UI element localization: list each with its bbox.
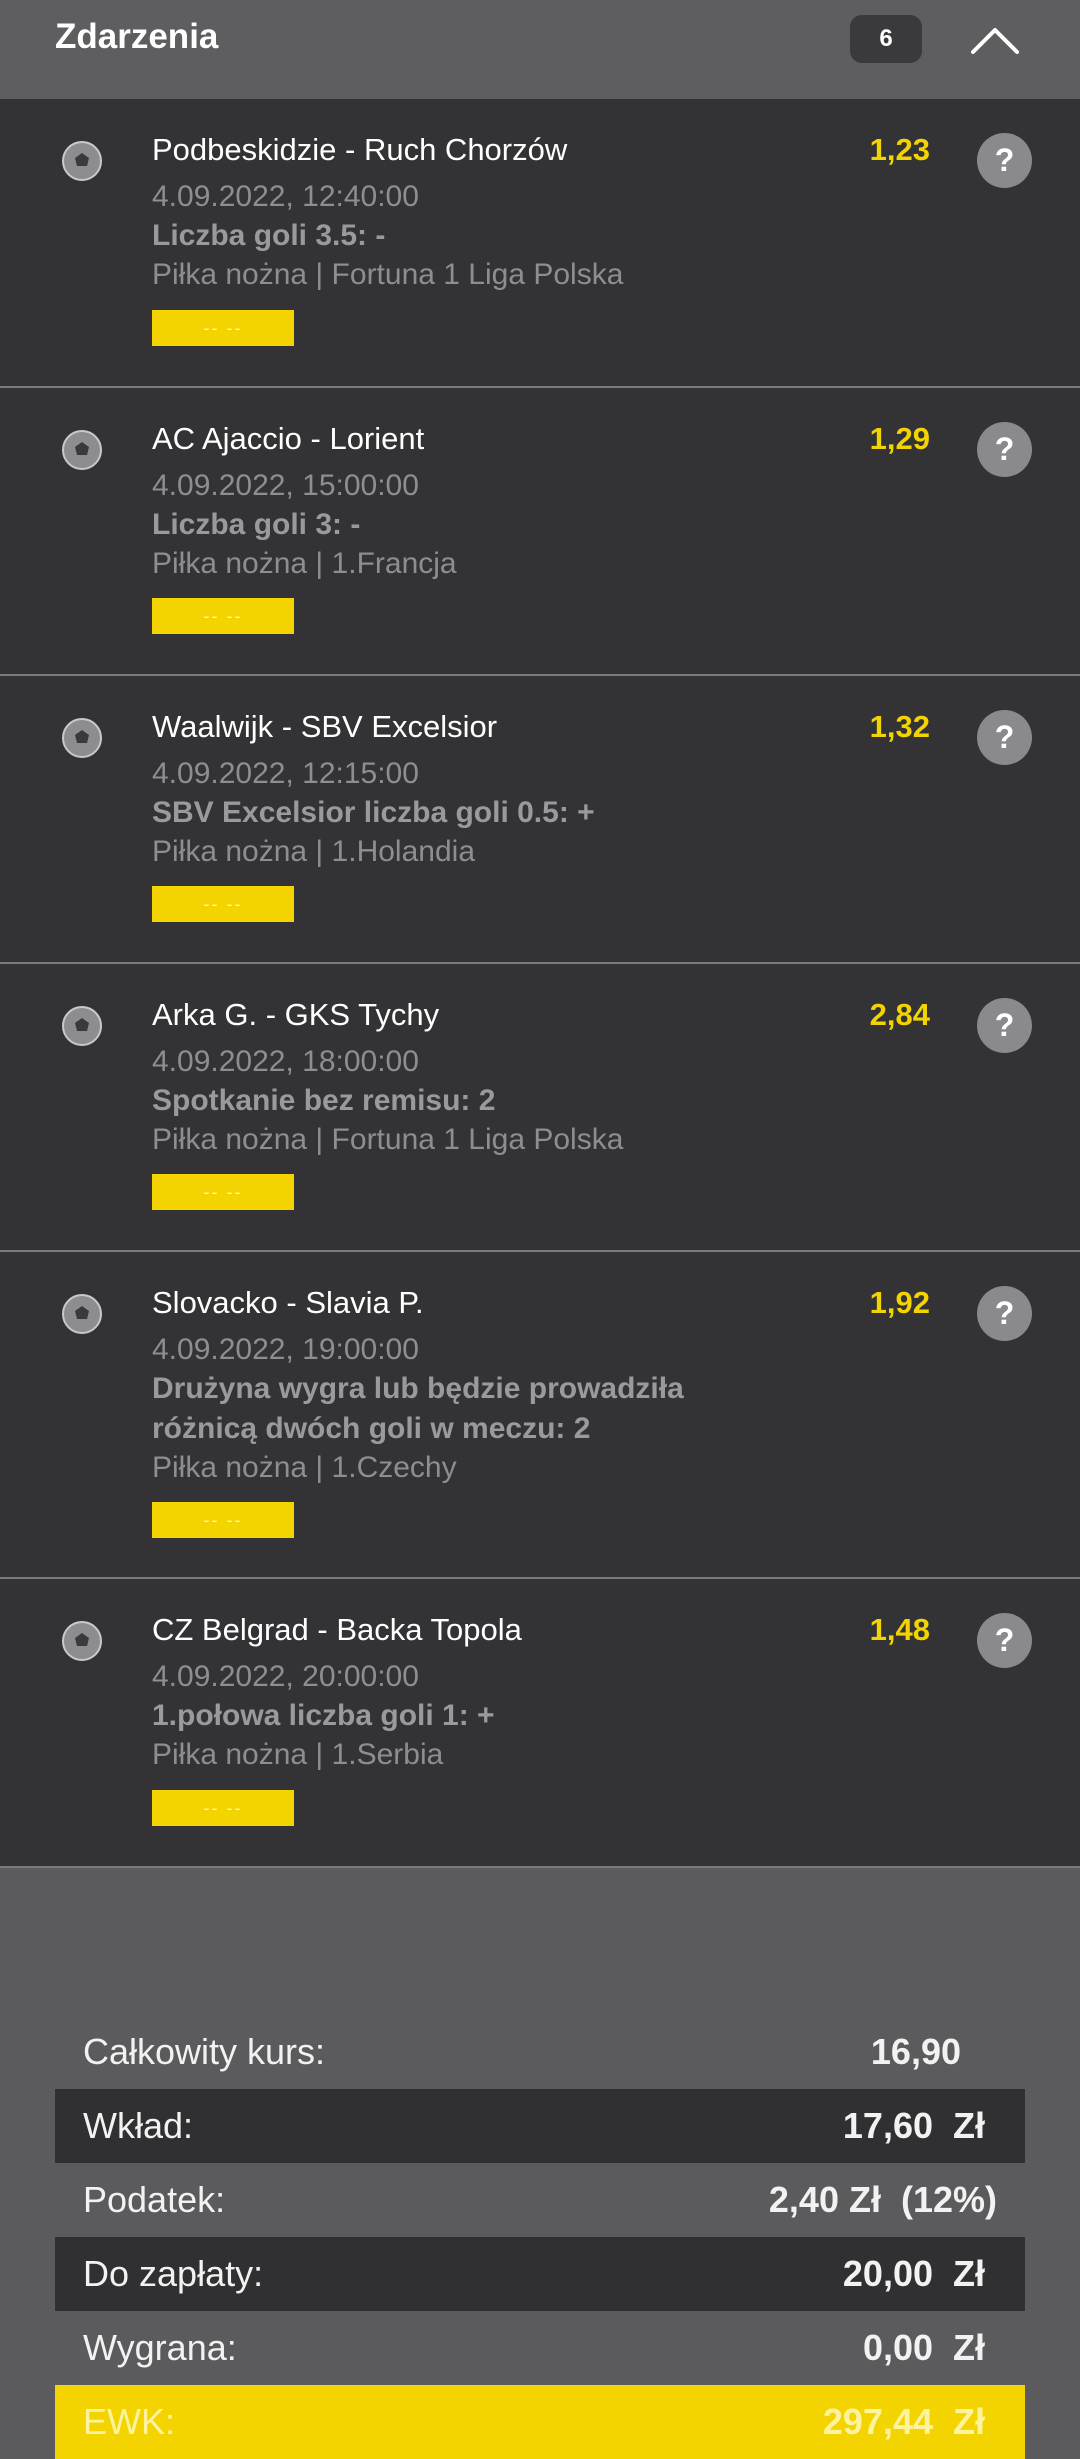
bet-summary: Całkowity kurs: 16,90 Wkład: 17,60 Zł Po… — [0, 1870, 1080, 2459]
football-icon — [62, 1006, 102, 1046]
event-odds: 1,32 — [869, 709, 930, 744]
ewk-row: EWK: 297,44 Zł — [55, 2385, 1025, 2459]
chevron-up-icon — [971, 28, 1019, 54]
event-item: AC Ajaccio - Lorient 1,29 ? 4.09.2022, 1… — [0, 388, 1080, 676]
event-item: Slovacko - Slavia P. 1,92 ? 4.09.2022, 1… — [0, 1252, 1080, 1579]
event-teams: Podbeskidzie - Ruch Chorzów — [152, 132, 568, 167]
event-teams: Waalwijk - SBV Excelsior — [152, 709, 498, 744]
stake-label: Wkład: — [83, 2105, 194, 2146]
event-date: 4.09.2022, 12:15:00 — [152, 757, 419, 790]
football-icon — [62, 718, 102, 758]
stake-row: Wkład: 17,60 Zł — [55, 2089, 1025, 2163]
event-bet: Drużyna wygra lub będzie prowadziła różn… — [152, 1372, 684, 1445]
event-item: Waalwijk - SBV Excelsior 1,32 ? 4.09.202… — [0, 676, 1080, 964]
win-value: 0,00 Zł — [862, 2327, 985, 2368]
total-odds-row: Całkowity kurs: 16,90 — [55, 2015, 1025, 2089]
event-item: Podbeskidzie - Ruch Chorzów 1,23 ? 4.09.… — [0, 99, 1080, 388]
tax-row: Podatek: 2,40 Zł (12%) — [55, 2163, 1025, 2237]
help-button[interactable]: ? — [977, 1286, 1032, 1341]
collapse-button[interactable] — [965, 12, 1025, 66]
event-date: 4.09.2022, 18:00:00 — [152, 1045, 419, 1078]
help-button[interactable]: ? — [977, 133, 1032, 188]
event-odds: 1,29 — [869, 421, 930, 456]
event-league: Piłka nożna | 1.Czechy — [152, 1451, 457, 1484]
event-item: Arka G. - GKS Tychy 2,84 ? 4.09.2022, 18… — [0, 964, 1080, 1252]
win-row: Wygrana: 0,00 Zł — [55, 2311, 1025, 2385]
event-league: Piłka nożna | 1.Serbia — [152, 1738, 444, 1771]
help-button[interactable]: ? — [977, 1613, 1032, 1668]
event-status-bar: -- -- — [152, 1790, 294, 1826]
help-button[interactable]: ? — [977, 422, 1032, 477]
stake-value: 17,60 Zł — [842, 2105, 985, 2146]
events-header[interactable]: Zdarzenia 6 — [0, 0, 1080, 99]
event-bet: SBV Excelsior liczba goli 0.5: + — [152, 796, 595, 829]
event-teams: Slovacko - Slavia P. — [152, 1285, 424, 1320]
total-odds-label: Całkowity kurs: — [83, 2031, 326, 2072]
event-league: Piłka nożna | 1.Francja — [152, 547, 457, 580]
event-status-bar: -- -- — [152, 1502, 294, 1538]
header-title: Zdarzenia — [55, 17, 219, 56]
event-odds: 1,92 — [869, 1285, 930, 1320]
to-pay-row: Do zapłaty: 20,00 Zł — [55, 2237, 1025, 2311]
ewk-value: 297,44 Zł — [822, 2401, 985, 2442]
event-league: Piłka nożna | Fortuna 1 Liga Polska — [152, 1123, 624, 1156]
event-item: CZ Belgrad - Backa Topola 1,48 ? 4.09.20… — [0, 1579, 1080, 1868]
event-bet: Liczba goli 3: - — [152, 508, 361, 541]
event-date: 4.09.2022, 20:00:00 — [152, 1660, 419, 1693]
event-odds: 1,48 — [869, 1612, 930, 1647]
event-date: 4.09.2022, 12:40:00 — [152, 180, 419, 213]
win-label: Wygrana: — [83, 2327, 237, 2368]
football-icon — [62, 141, 102, 181]
event-bet: Liczba goli 3.5: - — [152, 219, 386, 252]
event-status-bar: -- -- — [152, 1174, 294, 1210]
event-odds: 1,23 — [869, 132, 930, 167]
event-status-bar: -- -- — [152, 598, 294, 634]
event-league: Piłka nożna | 1.Holandia — [152, 835, 475, 868]
help-button[interactable]: ? — [977, 710, 1032, 765]
event-teams: Arka G. - GKS Tychy — [152, 997, 440, 1032]
tax-value: 2,40 Zł (12%) — [768, 2179, 997, 2220]
event-odds: 2,84 — [869, 997, 930, 1032]
event-date: 4.09.2022, 15:00:00 — [152, 469, 419, 502]
tax-label: Podatek: — [83, 2179, 226, 2220]
football-icon — [62, 1621, 102, 1661]
event-bet: Spotkanie bez remisu: 2 — [152, 1084, 496, 1117]
event-bet: 1.połowa liczba goli 1: + — [152, 1699, 495, 1732]
help-button[interactable]: ? — [977, 998, 1032, 1053]
event-status-bar: -- -- — [152, 310, 294, 346]
football-icon — [62, 430, 102, 470]
ewk-label: EWK: — [83, 2401, 176, 2442]
event-date: 4.09.2022, 19:00:00 — [152, 1333, 419, 1366]
event-league: Piłka nożna | Fortuna 1 Liga Polska — [152, 258, 624, 291]
event-teams: AC Ajaccio - Lorient — [152, 421, 425, 456]
event-teams: CZ Belgrad - Backa Topola — [152, 1612, 522, 1647]
to-pay-label: Do zapłaty: — [83, 2253, 264, 2294]
total-odds-value: 16,90 — [870, 2031, 961, 2072]
event-status-bar: -- -- — [152, 886, 294, 922]
football-icon — [62, 1294, 102, 1334]
to-pay-value: 20,00 Zł — [842, 2253, 985, 2294]
events-count-badge: 6 — [850, 15, 922, 63]
